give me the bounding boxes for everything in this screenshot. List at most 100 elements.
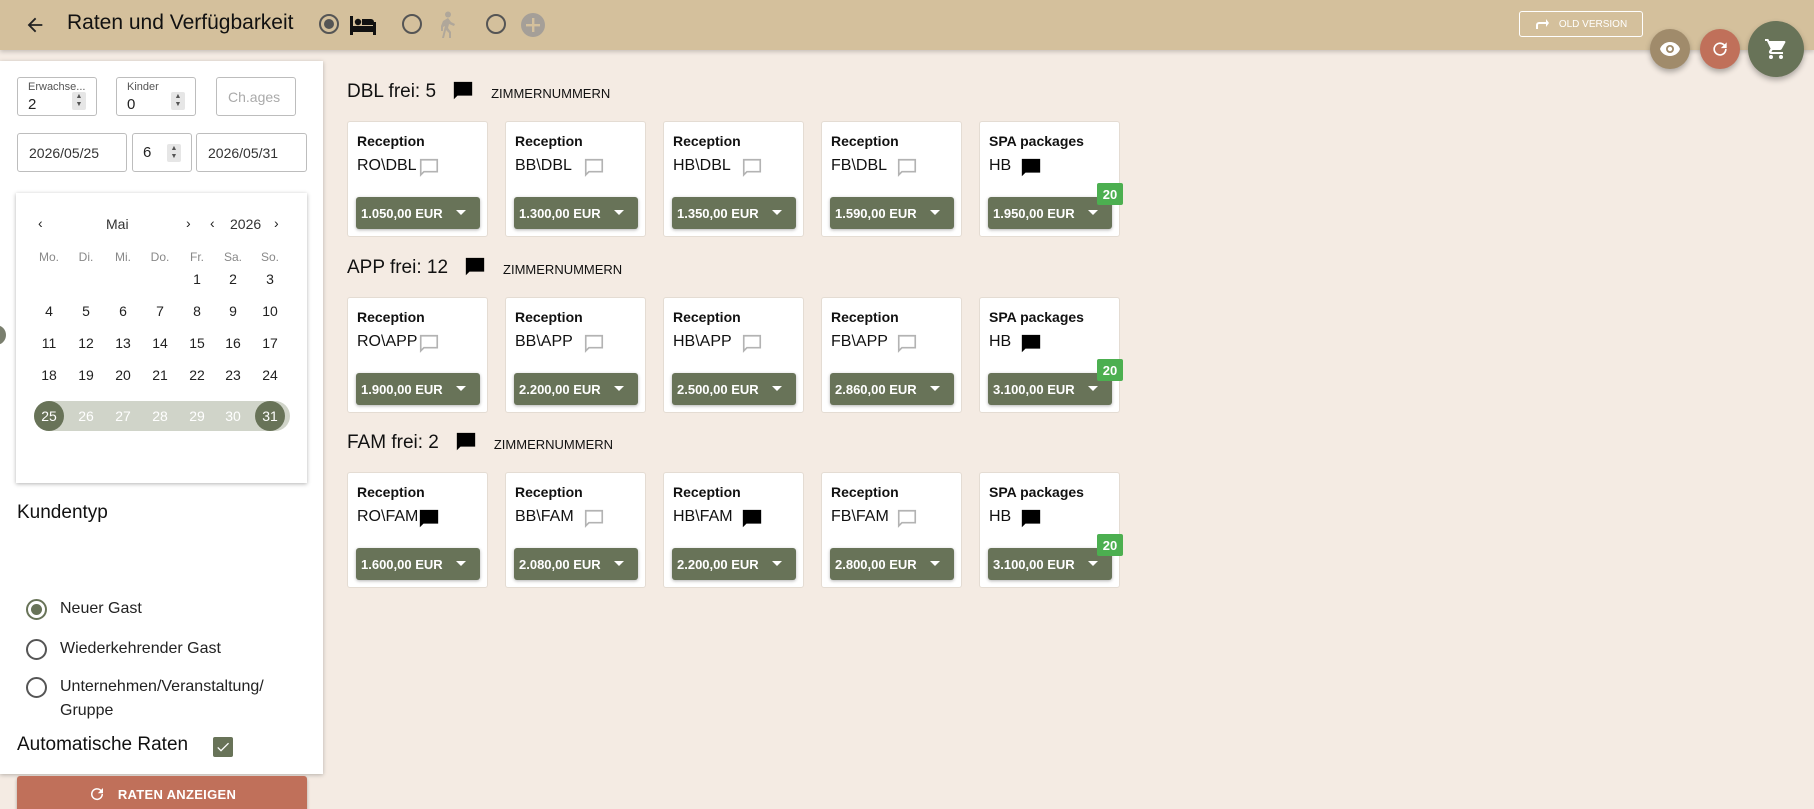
chat-filled-icon[interactable]: [741, 508, 763, 530]
rate-price-dropdown[interactable]: 1.050,00 EUR: [356, 197, 480, 229]
calendar-day[interactable]: 17: [255, 328, 285, 358]
panel-toggle-handle[interactable]: [0, 325, 6, 345]
chat-outline-icon[interactable]: [583, 333, 605, 355]
calendar-day[interactable]: 24: [255, 360, 285, 390]
calendar-day[interactable]: 3: [255, 264, 285, 294]
arrival-date-input[interactable]: 2026/05/25: [17, 133, 127, 172]
chat-outline-icon[interactable]: [896, 157, 918, 179]
room-numbers-link[interactable]: ZIMMERNUMMERN: [491, 86, 610, 101]
calendar-day[interactable]: 5: [71, 296, 101, 326]
rate-price-dropdown[interactable]: 1.950,00 EUR: [988, 197, 1112, 229]
adults-stepper[interactable]: ▲ ▼: [72, 92, 86, 110]
calendar-day[interactable]: 15: [182, 328, 212, 358]
calendar-day[interactable]: 9: [218, 296, 248, 326]
show-rates-button[interactable]: RATEN ANZEIGEN: [17, 776, 307, 809]
preview-button[interactable]: [1650, 29, 1690, 69]
plus-circle-icon[interactable]: [518, 10, 548, 40]
calendar-day[interactable]: 27: [108, 401, 138, 431]
mode-radio-accommodation[interactable]: [319, 14, 339, 34]
calendar-day[interactable]: 25: [34, 401, 64, 431]
child-ages-input[interactable]: Ch.ages: [216, 77, 296, 116]
calendar-day[interactable]: 14: [145, 328, 175, 358]
customer-type-option[interactable]: Unternehmen/Veranstaltung/ Gruppe: [26, 675, 264, 723]
chat-outline-icon[interactable]: [741, 157, 763, 179]
calendar-day[interactable]: 13: [108, 328, 138, 358]
children-stepper[interactable]: ▲ ▼: [171, 92, 185, 110]
rate-price-dropdown[interactable]: 1.600,00 EUR: [356, 548, 480, 580]
calendar-day[interactable]: 26: [71, 401, 101, 431]
rate-price-dropdown[interactable]: 2.800,00 EUR: [830, 548, 954, 580]
calendar-day[interactable]: 23: [218, 360, 248, 390]
chat-outline-icon[interactable]: [896, 333, 918, 355]
rate-price-dropdown[interactable]: 2.500,00 EUR: [672, 373, 796, 405]
rate-price-dropdown[interactable]: 1.900,00 EUR: [356, 373, 480, 405]
customer-type-option[interactable]: Wiederkehrender Gast: [26, 637, 221, 661]
calendar-day[interactable]: 11: [34, 328, 64, 358]
rate-price-dropdown[interactable]: 2.080,00 EUR: [514, 548, 638, 580]
chat-filled-icon[interactable]: [418, 508, 440, 530]
cart-button[interactable]: [1748, 21, 1804, 77]
calendar-day[interactable]: 2: [218, 264, 248, 294]
old-version-button[interactable]: OLD VERSION: [1519, 11, 1643, 37]
mode-radio-walkin[interactable]: [402, 14, 422, 34]
calendar-day[interactable]: 16: [218, 328, 248, 358]
nights-stepper[interactable]: ▲ ▼: [167, 144, 181, 162]
calendar-day[interactable]: 6: [108, 296, 138, 326]
adults-field[interactable]: Erwachse... 2 ▲ ▼: [17, 77, 97, 116]
bed-icon[interactable]: [348, 10, 378, 40]
calendar-day[interactable]: 10: [255, 296, 285, 326]
chat-icon[interactable]: [452, 80, 474, 102]
back-button[interactable]: [22, 12, 48, 38]
walk-icon[interactable]: [432, 10, 462, 40]
calendar-day[interactable]: 8: [182, 296, 212, 326]
calendar-day[interactable]: 22: [182, 360, 212, 390]
refresh-button[interactable]: [1700, 29, 1740, 69]
chat-outline-icon[interactable]: [896, 508, 918, 530]
chat-outline-icon[interactable]: [418, 157, 440, 179]
room-numbers-link[interactable]: ZIMMERNUMMERN: [503, 262, 622, 277]
chat-icon[interactable]: [455, 431, 477, 453]
calendar-day[interactable]: 28: [145, 401, 175, 431]
chat-outline-icon[interactable]: [583, 508, 605, 530]
calendar-day[interactable]: 18: [34, 360, 64, 390]
rate-price-dropdown[interactable]: 1.590,00 EUR: [830, 197, 954, 229]
next-year-button[interactable]: ›: [274, 215, 279, 231]
nights-field[interactable]: 6 ▲ ▼: [132, 133, 192, 172]
mode-radio-other[interactable]: [486, 14, 506, 34]
rate-price-dropdown[interactable]: 3.100,00 EUR: [988, 373, 1112, 405]
customer-type-radio[interactable]: [26, 677, 47, 698]
rate-price-dropdown[interactable]: 1.350,00 EUR: [672, 197, 796, 229]
chat-filled-icon[interactable]: [1020, 333, 1042, 355]
rate-price-dropdown[interactable]: 2.200,00 EUR: [672, 548, 796, 580]
rate-price-dropdown[interactable]: 3.100,00 EUR: [988, 548, 1112, 580]
children-field[interactable]: Kinder 0 ▲ ▼: [116, 77, 196, 116]
chat-outline-icon[interactable]: [583, 157, 605, 179]
chat-outline-icon[interactable]: [741, 333, 763, 355]
rate-price-dropdown[interactable]: 1.300,00 EUR: [514, 197, 638, 229]
auto-rates-checkbox[interactable]: [213, 737, 233, 757]
rate-price-dropdown[interactable]: 2.200,00 EUR: [514, 373, 638, 405]
calendar-day[interactable]: 7: [145, 296, 175, 326]
calendar-day[interactable]: 4: [34, 296, 64, 326]
room-numbers-link[interactable]: ZIMMERNUMMERN: [494, 437, 613, 452]
chat-outline-icon[interactable]: [418, 333, 440, 355]
calendar-day[interactable]: 20: [108, 360, 138, 390]
calendar-day[interactable]: 30: [218, 401, 248, 431]
calendar-day[interactable]: 31: [255, 401, 285, 431]
calendar-day[interactable]: 29: [182, 401, 212, 431]
calendar-day[interactable]: 1: [182, 264, 212, 294]
departure-date-input[interactable]: 2026/05/31: [196, 133, 307, 172]
customer-type-option[interactable]: Neuer Gast: [26, 597, 142, 621]
customer-type-radio[interactable]: [26, 599, 47, 620]
chat-filled-icon[interactable]: [1020, 508, 1042, 530]
chat-icon[interactable]: [464, 256, 486, 278]
chat-filled-icon[interactable]: [1020, 157, 1042, 179]
calendar-day[interactable]: 19: [71, 360, 101, 390]
calendar-day[interactable]: 12: [71, 328, 101, 358]
customer-type-radio[interactable]: [26, 639, 47, 660]
calendar-day[interactable]: 21: [145, 360, 175, 390]
prev-month-button[interactable]: ‹: [38, 215, 43, 231]
prev-year-button[interactable]: ‹: [210, 215, 215, 231]
rate-price-dropdown[interactable]: 2.860,00 EUR: [830, 373, 954, 405]
next-month-button[interactable]: ›: [186, 215, 191, 231]
